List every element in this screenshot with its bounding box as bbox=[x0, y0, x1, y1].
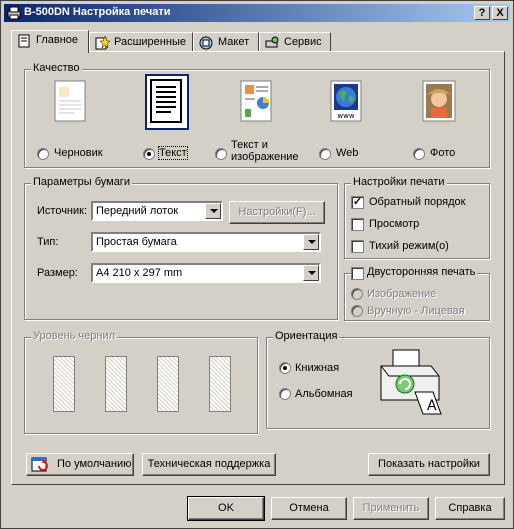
paper-settings-button[interactable]: Настройки(F)... bbox=[229, 201, 325, 224]
quality-web-radio[interactable] bbox=[319, 148, 331, 160]
tab-label: Главное bbox=[36, 34, 79, 46]
window-title: B-500DN Настройка печати bbox=[24, 6, 171, 18]
ink-level-title: Уровень чернил bbox=[31, 330, 118, 342]
orientation-title: Ориентация bbox=[273, 330, 340, 342]
printer-icon bbox=[7, 6, 21, 20]
reverse-order-checkbox[interactable]: ✓ bbox=[351, 196, 364, 209]
tab-main[interactable]: Главное bbox=[11, 30, 89, 53]
dialog-window: B-500DN Настройка печати ? X Главное Рас… bbox=[0, 0, 514, 529]
ok-button[interactable]: OK bbox=[187, 496, 265, 521]
ink-cartridge-icon bbox=[105, 356, 127, 412]
ink-cartridge-icon bbox=[209, 356, 231, 412]
layout-icon bbox=[199, 36, 213, 50]
web-page-icon[interactable]: www bbox=[327, 79, 367, 125]
page-icon bbox=[18, 34, 30, 48]
preview-label[interactable]: Просмотр bbox=[369, 218, 419, 230]
quality-draft-radio[interactable] bbox=[37, 148, 49, 160]
reverse-order-label[interactable]: Обратный порядок bbox=[369, 196, 465, 208]
duplex-checkbox[interactable] bbox=[351, 267, 364, 280]
portrait-radio[interactable] bbox=[279, 362, 291, 374]
quality-textimage-radio[interactable] bbox=[215, 148, 227, 160]
title-bar: B-500DN Настройка печати ? X bbox=[4, 4, 510, 22]
chevron-down-icon[interactable] bbox=[205, 203, 221, 219]
support-button[interactable]: Техническая поддержка bbox=[142, 453, 276, 476]
source-value: Передний лоток bbox=[96, 205, 179, 217]
quality-textimage-label[interactable]: Текст и изображение bbox=[231, 139, 299, 163]
tab-label: Макет bbox=[218, 36, 250, 48]
chevron-down-icon[interactable] bbox=[303, 265, 319, 281]
ink-cartridge-icon bbox=[53, 356, 75, 412]
size-label: Размер: bbox=[37, 267, 78, 279]
cancel-button[interactable]: Отмена bbox=[271, 497, 347, 520]
tab-service[interactable]: Сервис bbox=[259, 32, 331, 52]
chevron-down-icon[interactable] bbox=[303, 234, 319, 250]
quiet-mode-checkbox[interactable] bbox=[351, 240, 364, 253]
type-label: Тип: bbox=[37, 236, 59, 248]
quality-photo-radio[interactable] bbox=[413, 148, 425, 160]
draft-page-icon[interactable] bbox=[51, 79, 91, 125]
star-page-icon bbox=[95, 36, 110, 50]
source-label: Источник: bbox=[37, 205, 88, 217]
quality-text-radio[interactable] bbox=[143, 148, 155, 160]
duplex-title[interactable]: Двусторонняя печать bbox=[365, 266, 478, 278]
quality-web-label[interactable]: Web bbox=[336, 147, 358, 159]
size-select[interactable]: A4 210 x 297 mm bbox=[91, 263, 321, 283]
ink-level-group: Уровень чернил bbox=[24, 330, 258, 434]
quality-text-label[interactable]: Текст bbox=[158, 146, 188, 160]
duplex-image-radio[interactable] bbox=[351, 288, 363, 300]
photo-page-icon[interactable] bbox=[419, 79, 459, 125]
preview-checkbox[interactable] bbox=[351, 218, 364, 231]
apply-button[interactable]: Применить bbox=[353, 497, 429, 520]
size-value: A4 210 x 297 mm bbox=[96, 267, 183, 279]
duplex-image-label: Изображение bbox=[367, 288, 437, 300]
close-title-button[interactable]: X bbox=[492, 6, 508, 20]
source-select[interactable]: Передний лоток bbox=[91, 201, 223, 221]
duplex-manual-radio[interactable] bbox=[351, 305, 363, 317]
tab-label: Сервис bbox=[284, 36, 322, 48]
svg-text:www: www bbox=[337, 112, 354, 120]
text-image-page-icon[interactable] bbox=[237, 79, 277, 125]
defaults-icon bbox=[31, 457, 48, 472]
print-settings-group: Настройки печати ✓ Обратный порядок Прос… bbox=[344, 176, 490, 259]
text-page-icon[interactable] bbox=[149, 78, 185, 126]
landscape-radio[interactable] bbox=[279, 388, 291, 400]
ink-cartridge-icon bbox=[157, 356, 179, 412]
print-settings-title: Настройки печати bbox=[351, 176, 447, 188]
service-icon bbox=[265, 36, 279, 48]
landscape-label[interactable]: Альбомная bbox=[295, 388, 353, 400]
type-select[interactable]: Простая бумага bbox=[91, 232, 321, 252]
tab-layout[interactable]: Макет bbox=[193, 32, 259, 52]
quiet-mode-label[interactable]: Тихий режим(o) bbox=[369, 240, 449, 252]
orientation-group: Ориентация Книжная Альбомная A bbox=[266, 330, 490, 429]
defaults-button[interactable]: По умолчанию bbox=[26, 453, 134, 476]
quality-group: Качество www Черновик Текст Текст и изоб… bbox=[24, 62, 490, 168]
duplex-group: Двусторонняя печать Изображение Вручную … bbox=[344, 266, 490, 321]
quality-draft-label[interactable]: Черновик bbox=[54, 147, 103, 159]
tab-label: Расширенные bbox=[114, 36, 186, 48]
portrait-label[interactable]: Книжная bbox=[295, 362, 339, 374]
type-value: Простая бумага bbox=[96, 236, 177, 248]
duplex-manual-label: Вручную - Лицевая bbox=[367, 305, 465, 317]
quality-title: Качество bbox=[31, 62, 82, 74]
tab-advanced[interactable]: Расширенные bbox=[89, 32, 193, 52]
printer-orientation-icon: A bbox=[380, 349, 442, 415]
show-settings-button[interactable]: Показать настройки bbox=[368, 453, 490, 476]
paper-title: Параметры бумаги bbox=[31, 176, 132, 188]
help-button[interactable]: Справка bbox=[435, 497, 505, 520]
svg-text:A: A bbox=[427, 398, 437, 414]
main-panel: Качество www Черновик Текст Текст и изоб… bbox=[11, 51, 505, 485]
help-title-button[interactable]: ? bbox=[474, 6, 490, 20]
defaults-label: По умолчанию bbox=[57, 458, 132, 470]
paper-group: Параметры бумаги Источник: Передний лото… bbox=[24, 176, 338, 320]
quality-photo-label[interactable]: Фото bbox=[430, 147, 455, 159]
